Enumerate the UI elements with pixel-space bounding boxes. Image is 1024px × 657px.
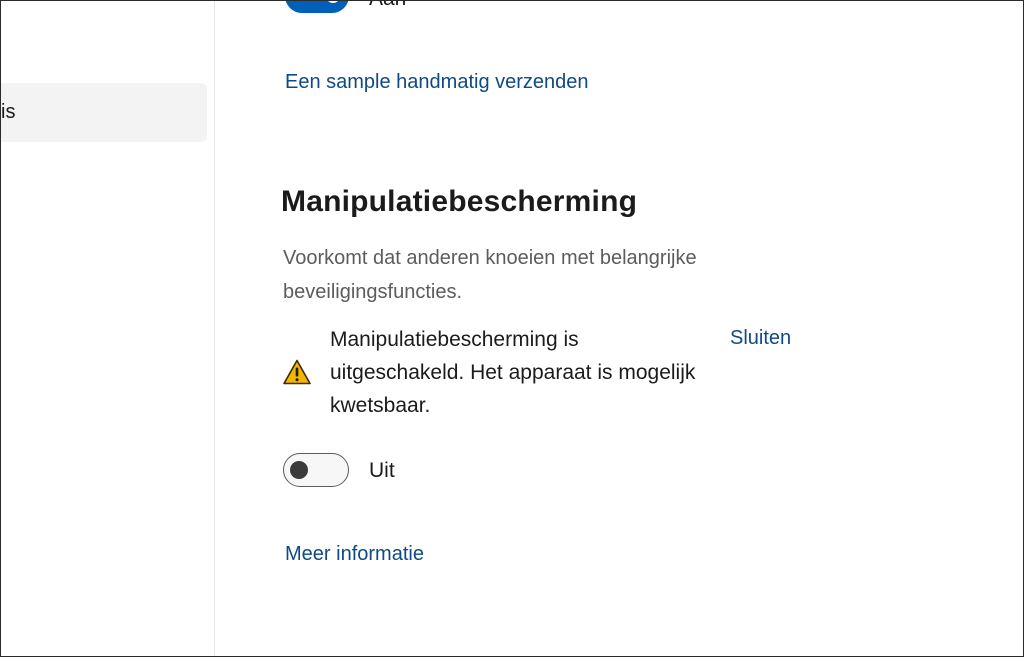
sample-submission-toggle[interactable] xyxy=(285,1,349,13)
section-description: Voorkomt dat anderen knoeien met belangr… xyxy=(283,247,697,303)
tamper-protection-toggle-label: Uit xyxy=(369,459,395,482)
sidebar-item-selected[interactable]: is xyxy=(1,83,207,142)
toggle-knob xyxy=(326,1,340,3)
more-info-link[interactable]: Meer informatie xyxy=(285,543,424,566)
warning-message: Manipulatiebescherming is uitgeschakeld.… xyxy=(330,328,696,417)
main-content: Aan Een sample handmatig verzenden Manip… xyxy=(215,1,1023,656)
toggle-knob xyxy=(290,461,308,479)
sidebar-item-label: is xyxy=(1,101,16,123)
sidebar: is xyxy=(1,1,215,656)
dismiss-warning-link[interactable]: Sluiten xyxy=(730,327,791,350)
section-title: Manipulatiebescherming xyxy=(281,185,638,218)
sample-submission-toggle-label: Aan xyxy=(369,1,406,11)
warning-triangle-icon xyxy=(283,359,311,385)
app-window: is Aan Een sample handmatig verzenden Ma… xyxy=(0,0,1024,657)
tamper-protection-toggle[interactable] xyxy=(283,453,349,487)
submit-sample-link[interactable]: Een sample handmatig verzenden xyxy=(285,71,589,94)
